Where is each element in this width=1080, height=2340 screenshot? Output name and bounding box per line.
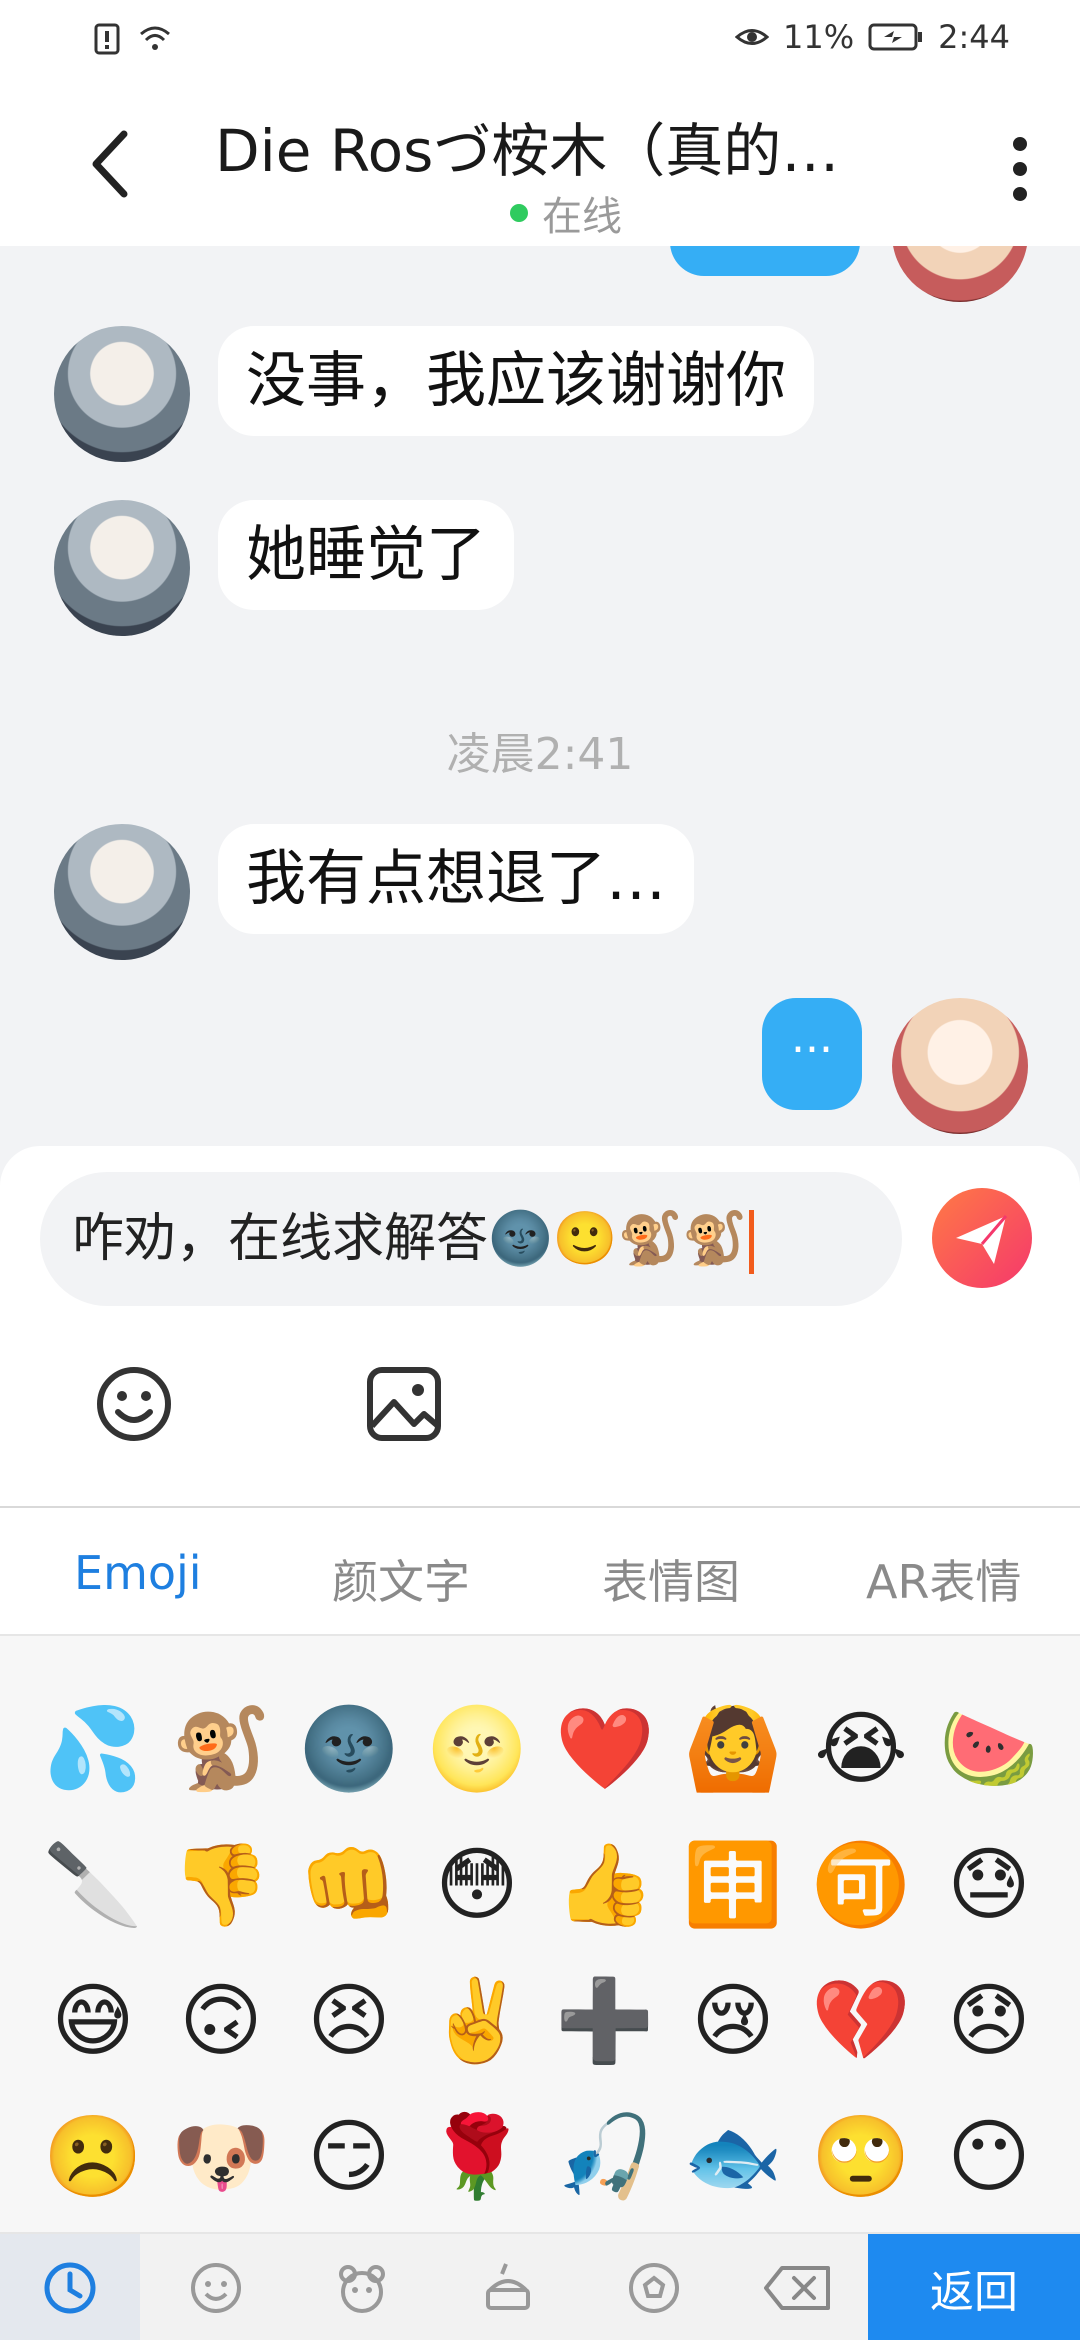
contact-avatar[interactable] <box>54 500 190 636</box>
emoji-bottom-bar: 返回 <box>0 2232 1080 2340</box>
message-input[interactable]: 咋劝，在线求解答🌚🙂🐒🐒 <box>40 1172 902 1306</box>
emoji-key[interactable]: 🙄 <box>798 2094 924 2220</box>
tab-kaomoji[interactable]: 颜文字 <box>332 1546 470 1612</box>
emoji-grid: 💦 🐒 🌚 🌝 ❤️ 🙆 😭 🍉 🔪 👎 👊 😳 👍 🈸 🉑 😓 😅 🙃 😣 ✌️ ➕ 😢 💔 😞 ☹️ 🐶 😏 🌹 🎣 🐟 🙄 😶 <box>0 1636 1080 2232</box>
emoji-key[interactable]: 😏 <box>286 2094 412 2220</box>
tab-stickers[interactable]: 表情图 <box>602 1546 740 1612</box>
delete-key[interactable] <box>728 2234 868 2340</box>
status-left <box>90 22 172 56</box>
text-cursor <box>749 1210 754 1274</box>
smileys-tab[interactable] <box>146 2234 286 2340</box>
recent-tab[interactable] <box>0 2234 140 2340</box>
battery-charging-icon <box>868 23 923 51</box>
emoji-key[interactable]: 😅 <box>30 1958 156 2084</box>
emoji-key[interactable]: 👎 <box>158 1822 284 1948</box>
emoji-key[interactable]: 🐟 <box>670 2094 796 2220</box>
emoji-key[interactable]: 🌝 <box>414 1686 540 1812</box>
emoji-key[interactable]: ❤️ <box>542 1686 668 1812</box>
emoji-key[interactable]: 😞 <box>926 1958 1052 2084</box>
smiley-icon <box>191 2263 241 2313</box>
clock-icon <box>44 2262 96 2314</box>
emoji-picker-icon[interactable] <box>94 1364 174 1444</box>
incoming-message[interactable]: 她睡觉了 <box>218 500 514 610</box>
food-tab[interactable] <box>438 2234 578 2340</box>
tab-ar-emoji[interactable]: AR表情 <box>866 1546 1021 1612</box>
emoji-key[interactable]: ☹️ <box>30 2094 156 2220</box>
soccer-ball-icon <box>629 2263 679 2313</box>
emoji-key[interactable]: 😣 <box>286 1958 412 2084</box>
contact-avatar[interactable] <box>54 824 190 960</box>
my-avatar[interactable] <box>892 998 1028 1134</box>
contact-avatar[interactable] <box>54 326 190 462</box>
bear-icon <box>339 2265 385 2313</box>
sim-alert-icon <box>94 23 120 55</box>
image-picker-icon[interactable] <box>364 1364 444 1444</box>
emoji-key[interactable]: 👊 <box>286 1822 412 1948</box>
online-status-label: 在线 <box>542 194 622 240</box>
animals-tab[interactable] <box>292 2234 432 2340</box>
contact-name[interactable]: Die Rosづ桉木（真的… <box>215 104 895 188</box>
emoji-key[interactable]: 🍉 <box>926 1686 1052 1812</box>
emoji-key[interactable]: 🉑 <box>798 1822 924 1948</box>
status-right: 11% 2:44 <box>735 18 1010 56</box>
food-icon <box>486 2263 530 2310</box>
emoji-key[interactable]: 🎣 <box>542 2094 668 2220</box>
emoji-key[interactable]: 😓 <box>926 1822 1052 1948</box>
emoji-key[interactable]: 😳 <box>414 1822 540 1948</box>
clock: 2:44 <box>938 18 1010 56</box>
emoji-key[interactable]: 🐶 <box>158 2094 284 2220</box>
emoji-key[interactable]: 🌹 <box>414 2094 540 2220</box>
outgoing-bubble-sending[interactable]: ... <box>762 998 862 1110</box>
return-button[interactable]: 返回 <box>868 2234 1080 2340</box>
my-avatar[interactable] <box>892 246 1028 302</box>
emoji-key[interactable]: ➕ <box>542 1958 668 2084</box>
emoji-key[interactable]: 🙃 <box>158 1958 284 2084</box>
emoji-key[interactable]: 😭 <box>798 1686 924 1812</box>
emoji-key[interactable]: 🈸 <box>670 1822 796 1948</box>
emoji-key[interactable]: 🙆 <box>670 1686 796 1812</box>
battery-percent: 11% <box>783 18 855 56</box>
emoji-category-tabs: Emoji 颜文字 表情图 AR表情 <box>0 1506 1080 1636</box>
message-timestamp: 凌晨2:41 <box>446 729 634 780</box>
typing-indicator: ... <box>791 1012 833 1063</box>
tab-emoji[interactable]: Emoji <box>74 1546 202 1600</box>
emoji-key[interactable]: 💦 <box>30 1686 156 1812</box>
emoji-key[interactable]: 🔪 <box>30 1822 156 1948</box>
send-button[interactable] <box>932 1188 1032 1288</box>
emoji-key[interactable]: ✌️ <box>414 1958 540 2084</box>
more-options-icon[interactable] <box>1010 134 1030 204</box>
chat-header: Die Rosづ桉木（真的… 在线 <box>0 84 1080 246</box>
composer-panel: 咋劝，在线求解答🌚🙂🐒🐒 <box>0 1146 1080 1506</box>
activities-tab[interactable] <box>584 2234 724 2340</box>
emoji-key[interactable]: 🐒 <box>158 1686 284 1812</box>
paper-plane-icon <box>956 1215 1008 1264</box>
wifi-icon <box>140 26 170 50</box>
back-icon[interactable] <box>80 124 140 204</box>
incoming-message[interactable]: 没事，我应该谢谢你 <box>218 326 814 436</box>
emoji-key[interactable]: 😢 <box>670 1958 796 2084</box>
incoming-message[interactable]: 我有点想退了… <box>218 824 694 934</box>
emoji-key[interactable]: 👍 <box>542 1822 668 1948</box>
chat-area[interactable]: 没事，我应该谢谢你 她睡觉了 凌晨2:41 我有点想退了… ... <box>0 246 1080 1146</box>
online-status: 在线 <box>510 184 622 242</box>
eye-comfort-icon <box>735 29 770 45</box>
emoji-key[interactable]: 😶 <box>926 2094 1052 2220</box>
emoji-key[interactable]: 💔 <box>798 1958 924 2084</box>
outgoing-bubble-partial[interactable] <box>670 246 860 276</box>
emoji-key[interactable]: 🌚 <box>286 1686 412 1812</box>
backspace-icon <box>764 2266 830 2310</box>
online-dot-icon <box>510 204 528 222</box>
message-input-emojis: 🌚🙂🐒🐒 <box>488 1209 747 1269</box>
message-input-text: 咋劝，在线求解答 <box>72 1209 489 1269</box>
status-bar: 11% 2:44 <box>0 0 1080 84</box>
